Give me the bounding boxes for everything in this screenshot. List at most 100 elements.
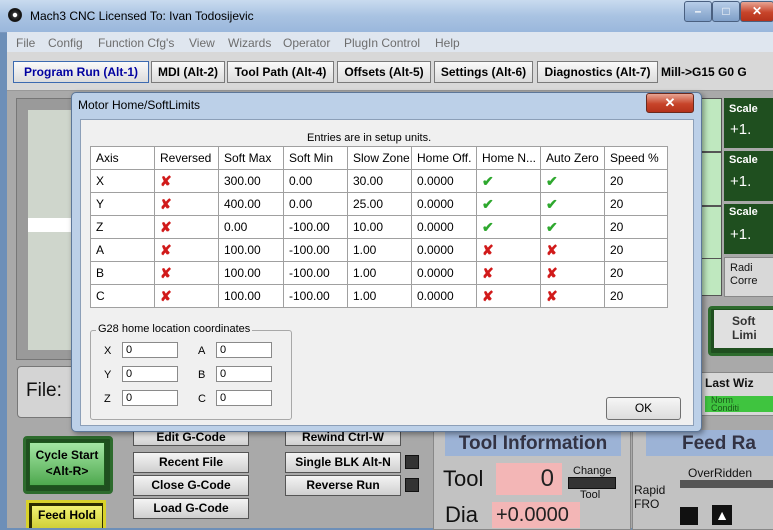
reversed-cell[interactable]: ✘: [154, 169, 219, 193]
g28-b-input[interactable]: [216, 366, 272, 382]
home-offset-cell[interactable]: 0.0000: [411, 261, 477, 285]
home-offset-cell[interactable]: 0.0000: [411, 215, 477, 239]
tab-diagnostics[interactable]: Diagnostics (Alt-7): [537, 61, 658, 83]
home-neg-cell[interactable]: ✘: [476, 238, 541, 262]
home-neg-cell[interactable]: ✔: [476, 169, 541, 193]
soft-min-cell[interactable]: -100.00: [283, 215, 348, 239]
home-offset-cell[interactable]: 0.0000: [411, 238, 477, 262]
close-gcode-button[interactable]: Close G-Code: [133, 475, 249, 496]
menu-view[interactable]: View: [189, 36, 215, 50]
close-window-button[interactable]: ✕: [740, 1, 773, 22]
column-header-soft-max[interactable]: Soft Max: [218, 146, 284, 170]
speed-cell[interactable]: 20: [604, 284, 668, 308]
reversed-cell[interactable]: ✘: [154, 215, 219, 239]
single-block-button[interactable]: Single BLK Alt-N: [285, 452, 401, 473]
home-offset-cell[interactable]: 0.0000: [411, 192, 477, 216]
column-header-home-neg[interactable]: Home N...: [476, 146, 541, 170]
dialog-close-button[interactable]: ✕: [646, 93, 694, 113]
soft-max-cell[interactable]: 400.00: [218, 192, 284, 216]
auto-zero-cell[interactable]: ✔: [540, 215, 605, 239]
table-row[interactable]: Z ✘ 0.00 -100.00 10.00 0.0000 ✔ ✔ 20: [90, 215, 668, 239]
normal-condition-button[interactable]: Norm Conditi: [705, 396, 773, 412]
column-header-soft-min[interactable]: Soft Min: [283, 146, 348, 170]
slow-zone-cell[interactable]: 30.00: [347, 169, 412, 193]
home-offset-cell[interactable]: 0.0000: [411, 169, 477, 193]
soft-min-cell[interactable]: -100.00: [283, 238, 348, 262]
column-header-home-offset[interactable]: Home Off.: [411, 146, 477, 170]
edit-gcode-button[interactable]: Edit G-Code: [133, 430, 249, 446]
column-header-speed[interactable]: Speed %: [604, 146, 668, 170]
reversed-cell[interactable]: ✘: [154, 284, 219, 308]
reversed-cell[interactable]: ✘: [154, 192, 219, 216]
auto-zero-cell[interactable]: ✘: [540, 261, 605, 285]
feed-button-1[interactable]: [680, 507, 698, 525]
home-neg-cell[interactable]: ✔: [476, 215, 541, 239]
auto-zero-cell[interactable]: ✔: [540, 192, 605, 216]
maximize-button[interactable]: □: [712, 1, 740, 22]
axis-cell[interactable]: A: [90, 238, 155, 262]
soft-max-cell[interactable]: 300.00: [218, 169, 284, 193]
soft-min-cell[interactable]: -100.00: [283, 261, 348, 285]
speed-cell[interactable]: 20: [604, 169, 668, 193]
minimize-button[interactable]: –: [684, 1, 712, 22]
column-header-slow-zone[interactable]: Slow Zone: [347, 146, 412, 170]
g28-z-input[interactable]: [122, 390, 178, 406]
tab-settings[interactable]: Settings (Alt-6): [434, 61, 533, 83]
soft-limits-button[interactable]: Soft Limi: [714, 310, 773, 348]
slow-zone-cell[interactable]: 10.00: [347, 215, 412, 239]
speed-cell[interactable]: 20: [604, 215, 668, 239]
reversed-cell[interactable]: ✘: [154, 238, 219, 262]
speed-cell[interactable]: 20: [604, 238, 668, 262]
axis-cell[interactable]: Z: [90, 215, 155, 239]
column-header-axis[interactable]: Axis: [90, 146, 155, 170]
menu-config[interactable]: Config: [48, 36, 83, 50]
home-neg-cell[interactable]: ✘: [476, 261, 541, 285]
table-row[interactable]: A ✘ 100.00 -100.00 1.00 0.0000 ✘ ✘ 20: [90, 238, 668, 262]
menu-help[interactable]: Help: [435, 36, 460, 50]
slow-zone-cell[interactable]: 1.00: [347, 238, 412, 262]
table-row[interactable]: B ✘ 100.00 -100.00 1.00 0.0000 ✘ ✘ 20: [90, 261, 668, 285]
table-row[interactable]: C ✘ 100.00 -100.00 1.00 0.0000 ✘ ✘ 20: [90, 284, 668, 308]
g28-c-input[interactable]: [216, 390, 272, 406]
soft-max-cell[interactable]: 100.00: [218, 284, 284, 308]
table-row[interactable]: Y ✘ 400.00 0.00 25.00 0.0000 ✔ ✔ 20: [90, 192, 668, 216]
feed-up-icon[interactable]: ▲: [712, 505, 732, 525]
column-header-auto-zero[interactable]: Auto Zero: [540, 146, 605, 170]
tab-tool-path[interactable]: Tool Path (Alt-4): [227, 61, 334, 83]
feed-hold-button[interactable]: Feed Hold: [32, 506, 102, 528]
menu-wizards[interactable]: Wizards: [228, 36, 271, 50]
menu-plugin-control[interactable]: PlugIn Control: [344, 36, 420, 50]
tab-program-run[interactable]: Program Run (Alt-1): [13, 61, 149, 83]
g28-x-input[interactable]: [122, 342, 178, 358]
slow-zone-cell[interactable]: 1.00: [347, 284, 412, 308]
auto-zero-cell[interactable]: ✘: [540, 284, 605, 308]
slow-zone-cell[interactable]: 25.00: [347, 192, 412, 216]
axis-cell[interactable]: Y: [90, 192, 155, 216]
cycle-start-button[interactable]: Cycle Start <Alt-R>: [29, 442, 105, 486]
column-header-reversed[interactable]: Reversed: [154, 146, 219, 170]
load-gcode-button[interactable]: Load G-Code: [133, 498, 249, 519]
slow-zone-cell[interactable]: 1.00: [347, 261, 412, 285]
menu-file[interactable]: File: [16, 36, 35, 50]
menu-function-cfgs[interactable]: Function Cfg's: [98, 36, 174, 50]
home-neg-cell[interactable]: ✘: [476, 284, 541, 308]
table-row[interactable]: X ✘ 300.00 0.00 30.00 0.0000 ✔ ✔ 20: [90, 169, 668, 193]
ok-button[interactable]: OK: [606, 397, 681, 420]
reversed-cell[interactable]: ✘: [154, 261, 219, 285]
tab-mdi[interactable]: MDI (Alt-2): [151, 61, 225, 83]
soft-min-cell[interactable]: 0.00: [283, 169, 348, 193]
reverse-run-button[interactable]: Reverse Run: [285, 475, 401, 496]
axis-cell[interactable]: B: [90, 261, 155, 285]
g28-a-input[interactable]: [216, 342, 272, 358]
home-offset-cell[interactable]: 0.0000: [411, 284, 477, 308]
recent-file-button[interactable]: Recent File: [133, 452, 249, 473]
soft-min-cell[interactable]: -100.00: [283, 284, 348, 308]
speed-cell[interactable]: 20: [604, 261, 668, 285]
axis-cell[interactable]: C: [90, 284, 155, 308]
soft-max-cell[interactable]: 100.00: [218, 238, 284, 262]
axis-cell[interactable]: X: [90, 169, 155, 193]
soft-min-cell[interactable]: 0.00: [283, 192, 348, 216]
soft-max-cell[interactable]: 0.00: [218, 215, 284, 239]
home-neg-cell[interactable]: ✔: [476, 192, 541, 216]
rewind-button[interactable]: Rewind Ctrl-W: [285, 430, 401, 446]
